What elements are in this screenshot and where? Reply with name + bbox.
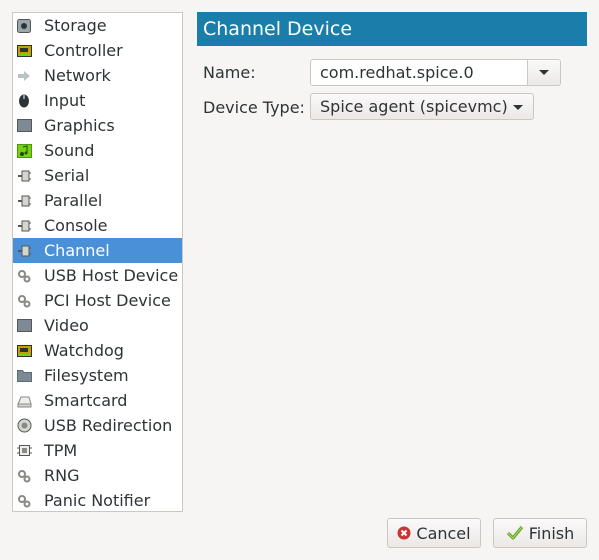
sidebar-item-graphics[interactable]: Graphics <box>13 113 182 138</box>
sidebar-item-parallel[interactable]: Parallel <box>13 188 182 213</box>
sidebar-item-label: Storage <box>44 16 107 35</box>
page-title: Channel Device <box>203 18 353 40</box>
chevron-down-icon <box>539 70 549 75</box>
name-dropdown-button[interactable] <box>527 59 561 86</box>
sidebar-item-controller[interactable]: Controller <box>13 38 182 63</box>
sidebar-item-label: USB Host Device <box>44 266 179 285</box>
sidebar-item-filesystem[interactable]: Filesystem <box>13 363 182 388</box>
rng-icon <box>16 468 32 484</box>
sidebar-item-network[interactable]: Network <box>13 63 182 88</box>
sidebar-item-label: Panic Notifier <box>44 491 151 510</box>
name-label: Name: <box>203 63 256 82</box>
tpm-icon <box>16 443 32 459</box>
sidebar-item-label: PCI Host Device <box>44 291 171 310</box>
watchdog-icon <box>16 343 32 359</box>
device-type-label: Device Type: <box>203 98 305 117</box>
sidebar-item-label: RNG <box>44 466 80 485</box>
page-header: Channel Device <box>197 12 587 46</box>
sidebar-item-sound[interactable]: Sound <box>13 138 182 163</box>
hardware-list[interactable]: Storage Controller Network Input Graphic… <box>12 12 183 512</box>
sidebar-item-panic-notifier[interactable]: Panic Notifier <box>13 488 182 511</box>
sound-icon <box>16 143 32 159</box>
serial-icon <box>16 168 32 184</box>
sidebar-item-video[interactable]: Video <box>13 313 182 338</box>
sidebar-item-channel[interactable]: Channel <box>13 238 182 263</box>
sidebar-item-label: Channel <box>44 241 110 260</box>
usb-host-icon <box>16 268 32 284</box>
controller-icon <box>16 43 32 59</box>
sidebar-item-label: Sound <box>44 141 95 160</box>
sidebar-item-label: Video <box>44 316 89 335</box>
sidebar-item-watchdog[interactable]: Watchdog <box>13 338 182 363</box>
sidebar-item-label: Graphics <box>44 116 115 135</box>
sidebar-item-smartcard[interactable]: Smartcard <box>13 388 182 413</box>
storage-icon <box>16 18 32 34</box>
folder-icon <box>16 368 32 384</box>
sidebar-item-usb-redirection[interactable]: USB Redirection <box>13 413 182 438</box>
sidebar-item-label: TPM <box>44 441 78 460</box>
usb-redirection-icon <box>16 418 32 434</box>
device-type-value: Spice agent (spicevmc) <box>320 97 508 116</box>
cancel-button[interactable]: Cancel <box>387 518 481 548</box>
parallel-icon <box>16 193 32 209</box>
cancel-button-label: Cancel <box>416 523 471 543</box>
sidebar-item-label: Smartcard <box>44 391 128 410</box>
cancel-icon <box>397 526 411 540</box>
chevron-down-icon <box>513 105 523 110</box>
device-type-select[interactable]: Spice agent (spicevmc) <box>310 93 534 120</box>
sidebar-item-label: Filesystem <box>44 366 129 385</box>
display-icon <box>16 118 32 134</box>
name-field[interactable]: com.redhat.spice.0 <box>310 59 528 86</box>
sidebar-item-label: Watchdog <box>44 341 124 360</box>
smartcard-icon <box>16 393 32 409</box>
video-icon <box>16 318 32 334</box>
sidebar-item-serial[interactable]: Serial <box>13 163 182 188</box>
panic-notifier-icon <box>16 493 32 509</box>
sidebar-item-input[interactable]: Input <box>13 88 182 113</box>
name-value: com.redhat.spice.0 <box>320 63 474 82</box>
channel-icon <box>16 243 32 259</box>
finish-button[interactable]: Finish <box>493 518 587 548</box>
sidebar-item-usb-host-device[interactable]: USB Host Device <box>13 263 182 288</box>
sidebar-item-pci-host-device[interactable]: PCI Host Device <box>13 288 182 313</box>
sidebar-item-storage[interactable]: Storage <box>13 13 182 38</box>
network-icon <box>16 68 32 84</box>
sidebar-item-tpm[interactable]: TPM <box>13 438 182 463</box>
sidebar-item-label: USB Redirection <box>44 416 173 435</box>
sidebar-item-label: Console <box>44 216 108 235</box>
sidebar-item-label: Input <box>44 91 86 110</box>
console-icon <box>16 218 32 234</box>
sidebar-item-rng[interactable]: RNG <box>13 463 182 488</box>
finish-button-label: Finish <box>528 523 575 543</box>
sidebar-item-label: Parallel <box>44 191 103 210</box>
sidebar-item-label: Serial <box>44 166 90 185</box>
sidebar-item-console[interactable]: Console <box>13 213 182 238</box>
sidebar-item-label: Network <box>44 66 111 85</box>
checkmark-icon <box>506 525 524 541</box>
mouse-icon <box>16 93 32 109</box>
pci-host-icon <box>16 293 32 309</box>
sidebar-item-label: Controller <box>44 41 123 60</box>
